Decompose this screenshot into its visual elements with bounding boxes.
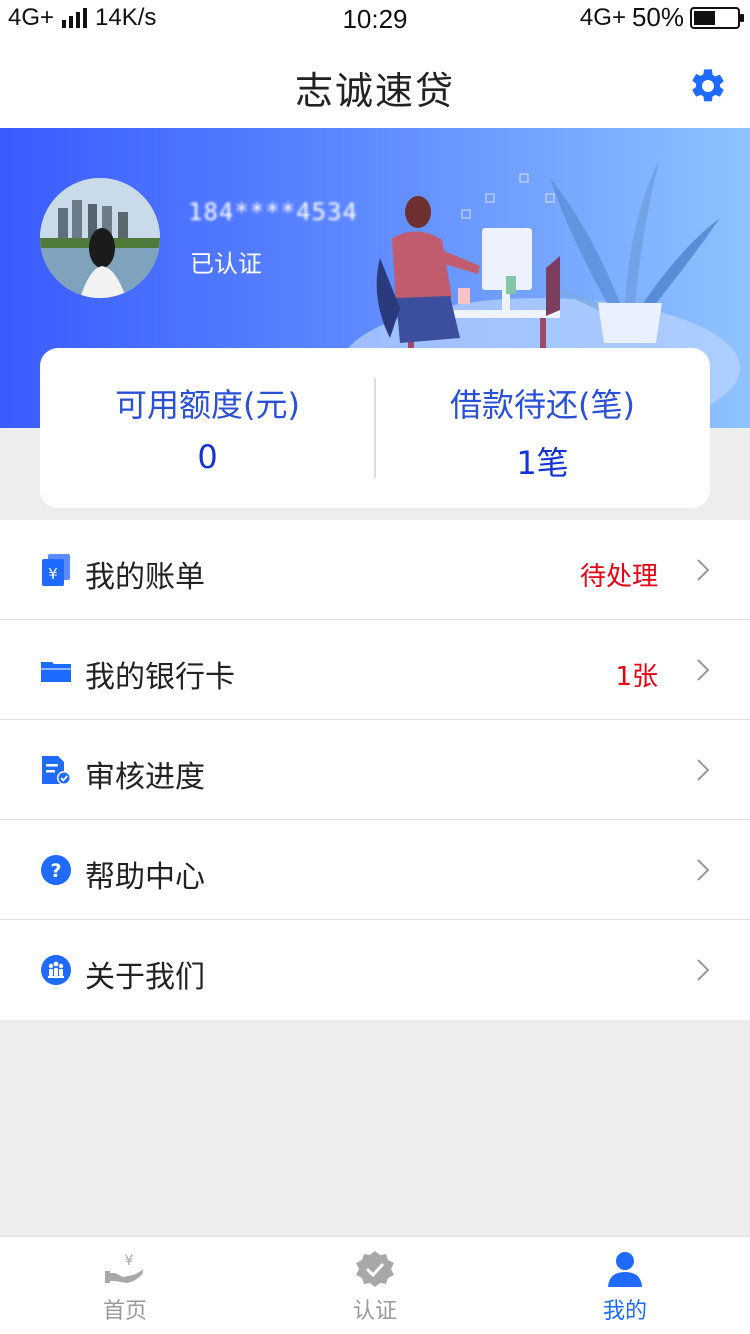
menu-label-about-us: 关于我们 <box>85 960 205 995</box>
pending-repayments-label: 借款待还(笔) <box>450 386 635 424</box>
available-credit[interactable]: 可用额度(元) 0 <box>40 380 375 476</box>
chevron-right-icon <box>697 659 710 681</box>
battery-icon <box>690 6 744 29</box>
svg-text:?: ? <box>50 860 61 882</box>
status-right: 4G+ 50% <box>579 2 744 33</box>
avatar[interactable] <box>40 178 160 298</box>
tab-home[interactable]: ¥ 首页 <box>0 1237 250 1334</box>
page-title: 志诚速贷 <box>294 69 455 113</box>
bill-icon: ¥ <box>42 554 70 586</box>
status-bar: 4G+ 14K/s 10:29 4G+ 50% <box>0 0 750 36</box>
verified-badge-icon <box>356 1251 394 1287</box>
menu-item-review-progress[interactable]: 审核进度 <box>0 720 750 820</box>
tab-bar: ¥ 首页 认证 我的 <box>0 1236 750 1334</box>
chevron-right-icon <box>697 859 710 881</box>
loan-hand-icon: ¥ <box>105 1253 143 1283</box>
about-icon <box>41 955 71 985</box>
tab-label-home: 首页 <box>102 1299 147 1324</box>
verification-status: 已认证 <box>190 250 262 278</box>
phone-number: 184****4534 <box>188 198 358 226</box>
menu-label-bills: 我的账单 <box>85 560 205 595</box>
menu-label-review-progress: 审核进度 <box>85 760 205 795</box>
battery-fill <box>694 10 715 25</box>
menu-item-bills[interactable]: ¥ 我的账单 待处理 <box>0 520 750 620</box>
menu-item-help-center[interactable]: ? 帮助中心 <box>0 820 750 920</box>
available-credit-value: 0 <box>197 438 218 476</box>
stats-card: 可用额度(元) 0 借款待还(笔) 1笔 <box>40 348 710 508</box>
menu-item-bank-cards[interactable]: 我的银行卡 1张 <box>0 620 750 720</box>
menu-label-help-center: 帮助中心 <box>85 860 205 895</box>
menu-value-bank-cards: 1张 <box>615 662 658 692</box>
tab-mine[interactable]: 我的 <box>500 1237 750 1334</box>
help-icon: ? <box>41 855 71 885</box>
menu-list: ¥ 我的账单 待处理 我的银行卡 1张 审核进度 ? 帮助中心 关于我们 <box>0 520 750 1020</box>
battery-percent: 50% <box>631 2 684 32</box>
chevron-right-icon <box>697 759 710 781</box>
chevron-right-icon <box>697 959 710 981</box>
chevron-right-icon <box>697 559 710 581</box>
menu-value-bills: 待处理 <box>579 562 658 592</box>
user-icon <box>608 1252 642 1287</box>
tab-verification[interactable]: 认证 <box>250 1237 500 1334</box>
menu-label-bank-cards: 我的银行卡 <box>85 660 235 695</box>
avatar-photo <box>40 178 160 298</box>
tab-label-verification: 认证 <box>352 1299 397 1324</box>
nav-bar: 志诚速贷 <box>0 36 750 128</box>
pending-repayments[interactable]: 借款待还(笔) 1笔 <box>375 380 710 484</box>
available-credit-label: 可用额度(元) <box>115 386 300 424</box>
svg-text:¥: ¥ <box>48 565 58 583</box>
bank-card-icon <box>41 662 71 682</box>
network-type-right: 4G+ <box>579 3 626 31</box>
menu-item-about-us[interactable]: 关于我们 <box>0 920 750 1020</box>
tab-label-mine: 我的 <box>602 1299 647 1324</box>
review-progress-icon <box>42 756 71 785</box>
svg-text:¥: ¥ <box>125 1253 134 1269</box>
gear-icon[interactable] <box>688 66 728 106</box>
pending-repayments-value: 1笔 <box>516 444 569 482</box>
